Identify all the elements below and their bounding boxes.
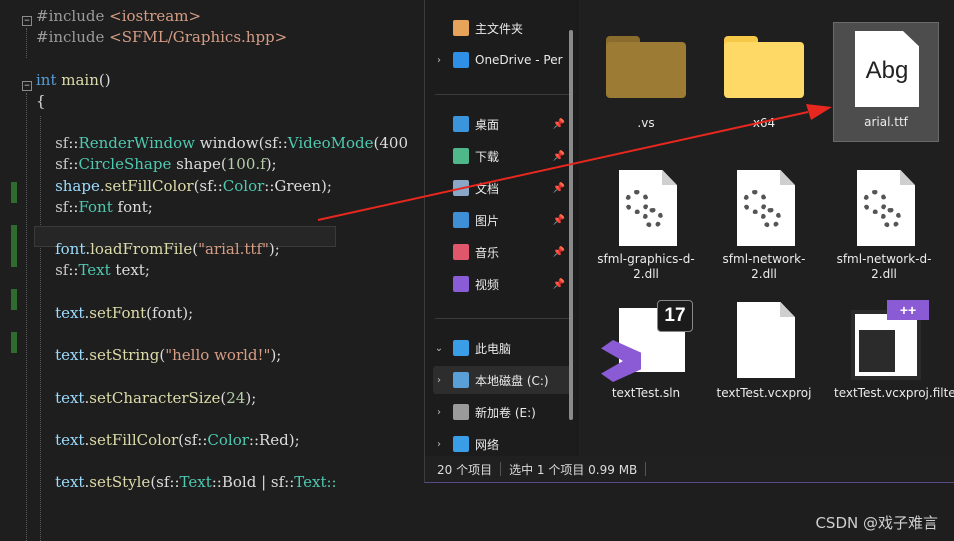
watermark: CSDN @戏子难言: [815, 514, 938, 532]
annotation-arrow: [317, 104, 832, 221]
